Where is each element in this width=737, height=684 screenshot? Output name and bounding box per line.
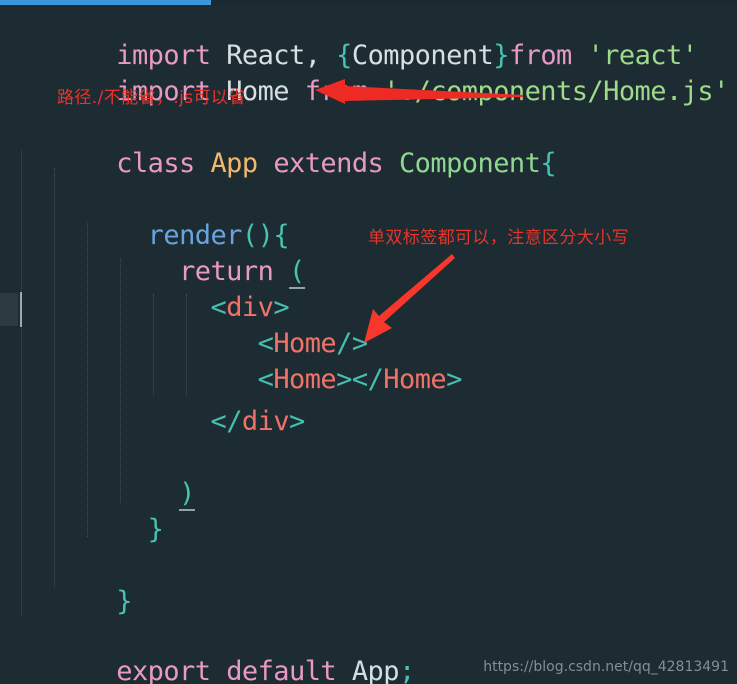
- code-line-13[interactable]: export default App;: [22, 618, 415, 684]
- token: Home: [383, 364, 447, 395]
- token: App: [210, 148, 258, 179]
- token: {: [540, 148, 557, 179]
- token: <: [210, 406, 227, 437]
- token: >: [336, 364, 352, 395]
- token: }: [116, 586, 132, 617]
- token: >: [289, 406, 305, 437]
- token: class: [116, 148, 211, 179]
- token: (: [289, 256, 305, 289]
- diagonal-down-left-arrow-icon: [364, 254, 455, 343]
- token: }: [147, 514, 164, 545]
- token: /: [367, 364, 384, 395]
- token: ): [179, 478, 195, 511]
- token: export: [116, 656, 227, 684]
- token: extends: [273, 148, 399, 179]
- token: <: [351, 364, 368, 395]
- watermark-url: https://blog.csdn.net/qq_42813491: [483, 659, 729, 675]
- token: default: [226, 656, 352, 684]
- code-editor-screenshot: import React, {Component}from 'react' im…: [0, 0, 737, 684]
- token: div: [241, 406, 290, 437]
- token: /: [226, 406, 242, 437]
- token: ;: [398, 656, 415, 684]
- token: Component: [398, 148, 541, 179]
- annotation-tag-note: 单双标签都可以，注意区分大小写: [368, 228, 629, 248]
- left-arrow-icon: [315, 79, 523, 104]
- annotation-path-note: 路径./不能省，.js可以省: [57, 88, 246, 108]
- token: >: [446, 364, 462, 395]
- token: App: [351, 656, 400, 684]
